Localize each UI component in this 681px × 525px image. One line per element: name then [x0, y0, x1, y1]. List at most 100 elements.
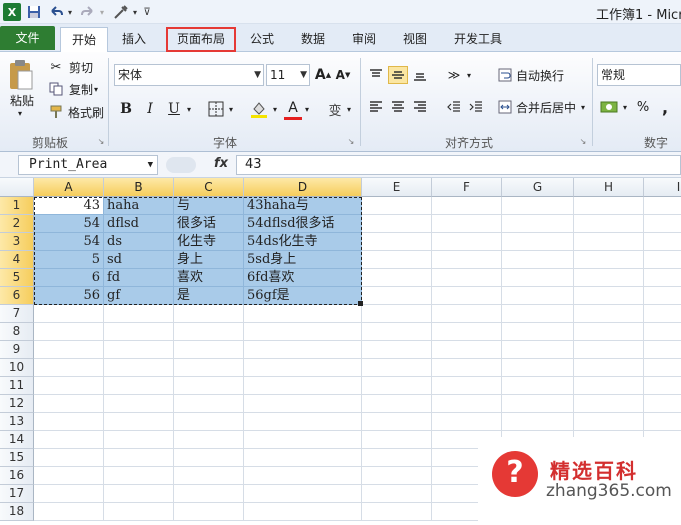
font-color-dropdown-icon[interactable]: ▾	[302, 98, 312, 120]
cell-d12[interactable]	[244, 395, 362, 413]
redo-icon[interactable]	[80, 3, 96, 21]
cell-c13[interactable]	[174, 413, 244, 431]
row-header-14[interactable]: 14	[0, 431, 34, 449]
customize-qat-icon[interactable]: ⊽	[142, 3, 152, 21]
cell-h1[interactable]	[574, 197, 644, 215]
align-bottom-icon[interactable]	[410, 66, 430, 84]
cell-g8[interactable]	[502, 323, 574, 341]
cell-f7[interactable]	[432, 305, 502, 323]
column-header-d[interactable]: D	[244, 178, 362, 197]
cell-e14[interactable]	[362, 431, 432, 449]
cell-c14[interactable]	[174, 431, 244, 449]
cell-i2[interactable]	[644, 215, 681, 233]
cell-h10[interactable]	[574, 359, 644, 377]
cell-i6[interactable]	[644, 287, 681, 305]
cell-h8[interactable]	[574, 323, 644, 341]
merge-center-button[interactable]: 合并后居中	[516, 98, 578, 116]
cell-b18[interactable]	[104, 503, 174, 521]
cell-a12[interactable]	[34, 395, 104, 413]
align-center-icon[interactable]	[388, 98, 408, 116]
cell-a17[interactable]	[34, 485, 104, 503]
cell-f1[interactable]	[432, 197, 502, 215]
row-header-11[interactable]: 11	[0, 377, 34, 395]
redo-dropdown-icon[interactable]: ▾	[98, 3, 106, 21]
cell-h6[interactable]	[574, 287, 644, 305]
format-painter-button[interactable]: 格式刷	[66, 104, 106, 120]
tab-formulas[interactable]: 公式	[240, 27, 284, 52]
row-header-13[interactable]: 13	[0, 413, 34, 431]
cell-a11[interactable]	[34, 377, 104, 395]
cell-d10[interactable]	[244, 359, 362, 377]
cell-g7[interactable]	[502, 305, 574, 323]
cell-b10[interactable]	[104, 359, 174, 377]
cell-b3[interactable]: ds	[104, 233, 174, 251]
row-header-17[interactable]: 17	[0, 485, 34, 503]
cell-h9[interactable]	[574, 341, 644, 359]
row-header-10[interactable]: 10	[0, 359, 34, 377]
tab-view[interactable]: 视图	[393, 27, 437, 52]
cell-f4[interactable]	[432, 251, 502, 269]
cell-g1[interactable]	[502, 197, 574, 215]
cell-d5[interactable]: 6fd喜欢	[244, 269, 362, 287]
font-size-combo[interactable]: 11 ▼	[266, 64, 310, 86]
paste-button[interactable]: 粘贴	[8, 92, 36, 108]
orientation-icon[interactable]: ≫	[444, 66, 464, 84]
cell-e3[interactable]	[362, 233, 432, 251]
tab-home[interactable]: 开始	[60, 27, 108, 53]
name-box[interactable]: Print_Area ▼	[18, 155, 158, 175]
cell-f5[interactable]	[432, 269, 502, 287]
cell-a10[interactable]	[34, 359, 104, 377]
row-header-4[interactable]: 4	[0, 251, 34, 269]
cell-e11[interactable]	[362, 377, 432, 395]
cell-d18[interactable]	[244, 503, 362, 521]
cell-a9[interactable]	[34, 341, 104, 359]
phonetic-guide-icon[interactable]: 变	[324, 98, 346, 120]
cell-f11[interactable]	[432, 377, 502, 395]
cell-g3[interactable]	[502, 233, 574, 251]
formula-input[interactable]: 43	[236, 155, 681, 175]
cell-a18[interactable]	[34, 503, 104, 521]
cell-i13[interactable]	[644, 413, 681, 431]
tab-developer[interactable]: 开发工具	[444, 27, 512, 52]
cell-d6[interactable]: 56gf是	[244, 287, 362, 305]
cell-b17[interactable]	[104, 485, 174, 503]
row-header-6[interactable]: 6	[0, 287, 34, 305]
cell-e6[interactable]	[362, 287, 432, 305]
cell-f8[interactable]	[432, 323, 502, 341]
cell-a7[interactable]	[34, 305, 104, 323]
alignment-launcher-icon[interactable]: ↘	[578, 136, 588, 146]
tab-insert[interactable]: 插入	[112, 27, 156, 52]
cell-d16[interactable]	[244, 467, 362, 485]
currency-icon[interactable]	[598, 98, 620, 116]
row-header-9[interactable]: 9	[0, 341, 34, 359]
fill-color-icon[interactable]	[248, 98, 270, 120]
row-header-18[interactable]: 18	[0, 503, 34, 521]
cell-c2[interactable]: 很多话	[174, 215, 244, 233]
comma-style-button[interactable]: ,	[658, 98, 672, 117]
cell-c18[interactable]	[174, 503, 244, 521]
tab-file[interactable]: 文件	[0, 26, 55, 50]
cell-i12[interactable]	[644, 395, 681, 413]
font-name-combo[interactable]: 宋体 ▼	[114, 64, 264, 86]
cell-b13[interactable]	[104, 413, 174, 431]
cell-h3[interactable]	[574, 233, 644, 251]
row-header-8[interactable]: 8	[0, 323, 34, 341]
chevron-down-icon[interactable]: ▼	[300, 65, 307, 85]
cell-f2[interactable]	[432, 215, 502, 233]
border-icon[interactable]	[206, 99, 226, 119]
cell-d11[interactable]	[244, 377, 362, 395]
cell-e13[interactable]	[362, 413, 432, 431]
cell-a14[interactable]	[34, 431, 104, 449]
cell-h2[interactable]	[574, 215, 644, 233]
cell-b1[interactable]: haha	[104, 197, 174, 215]
align-left-icon[interactable]	[366, 98, 386, 116]
cell-b6[interactable]: gf	[104, 287, 174, 305]
column-header-f[interactable]: F	[432, 178, 502, 197]
cell-a2[interactable]: 54	[34, 215, 104, 233]
cell-h13[interactable]	[574, 413, 644, 431]
cell-c9[interactable]	[174, 341, 244, 359]
cell-c5[interactable]: 喜欢	[174, 269, 244, 287]
cell-a15[interactable]	[34, 449, 104, 467]
align-middle-icon[interactable]	[388, 66, 408, 84]
column-header-i[interactable]: I	[644, 178, 681, 197]
